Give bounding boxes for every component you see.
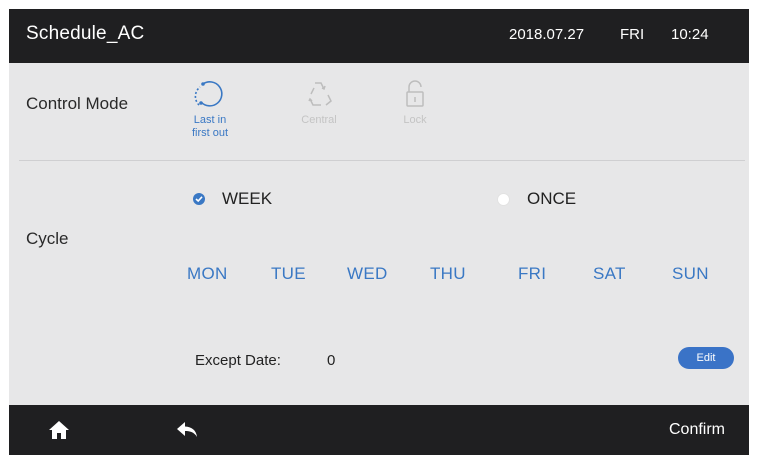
page-title: Schedule_AC <box>26 23 145 44</box>
weekday-display: FRI <box>620 26 645 43</box>
radio-week-label[interactable]: WEEK <box>222 189 272 209</box>
day-sat[interactable]: SAT <box>593 264 626 284</box>
day-fri[interactable]: FRI <box>518 264 546 284</box>
day-wed[interactable]: WED <box>347 264 388 284</box>
mode-label-line1: Last in <box>193 114 227 126</box>
lock-icon <box>406 80 424 107</box>
top-bar: Schedule_AC 2018.07.27 FRI 10:24 <box>9 9 749 63</box>
bottom-bar: Confirm <box>9 405 749 455</box>
except-date-label: Except Date: <box>195 352 281 369</box>
radio-once[interactable] <box>497 193 510 206</box>
except-date-value: 0 <box>327 352 336 369</box>
day-sun[interactable]: SUN <box>672 264 709 284</box>
time-display: 10:24 <box>671 26 709 43</box>
mode-label: Central <box>301 114 337 126</box>
control-mode-label: Control Mode <box>26 94 129 113</box>
cycle-label: Cycle <box>26 229 69 248</box>
edit-button[interactable]: Edit <box>678 347 734 369</box>
back-arrow-icon[interactable] <box>175 421 199 439</box>
mode-lock[interactable]: Lock <box>380 77 450 127</box>
radio-week[interactable] <box>193 193 205 205</box>
mode-central[interactable]: Central <box>284 77 354 127</box>
radio-once-label[interactable]: ONCE <box>527 189 576 209</box>
date-display: 2018.07.27 <box>509 26 585 43</box>
section-divider <box>19 160 745 161</box>
checkmark-icon <box>195 196 203 203</box>
confirm-button[interactable]: Confirm <box>669 421 725 439</box>
mode-last-in-first-out[interactable]: Last in first out <box>175 77 245 140</box>
home-icon[interactable] <box>47 419 71 441</box>
screen: Schedule_AC 2018.07.27 FRI 10:24 Control… <box>9 9 749 455</box>
circular-arrows-icon <box>194 81 223 107</box>
day-tue[interactable]: TUE <box>271 264 306 284</box>
recycle-arrows-icon <box>308 82 332 106</box>
day-thu[interactable]: THU <box>430 264 466 284</box>
mode-label-line2: first out <box>191 127 229 139</box>
day-mon[interactable]: MON <box>187 264 228 284</box>
mode-label: Lock <box>403 114 427 126</box>
